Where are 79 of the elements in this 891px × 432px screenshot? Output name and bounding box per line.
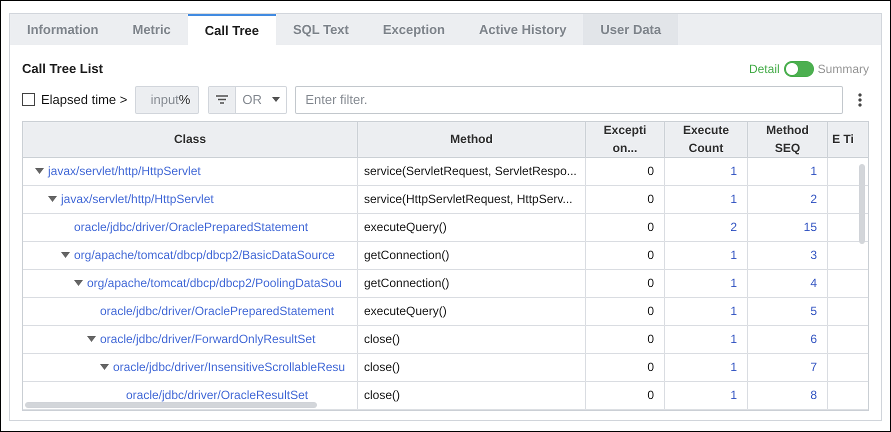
- method-cell: close(): [358, 326, 586, 352]
- horizontal-scrollbar[interactable]: [25, 402, 317, 408]
- exception-cell: 0: [586, 186, 665, 212]
- column-header[interactable]: Class: [23, 122, 358, 156]
- toggle-label[interactable]: Detail: [748, 60, 780, 78]
- method-seq-cell: 1: [748, 158, 828, 184]
- method-seq-cell: 15: [748, 214, 828, 240]
- panel-title: Call Tree List: [22, 60, 103, 78]
- method-seq-cell: 7: [748, 354, 828, 380]
- method-cell: executeQuery(): [358, 214, 586, 240]
- filter-icon[interactable]: [209, 86, 236, 112]
- class-link[interactable]: javax/servlet/http/HttpServlet: [48, 162, 201, 180]
- method-cell: getConnection(): [358, 242, 586, 268]
- caret-icon[interactable]: [48, 195, 58, 203]
- toggle-label[interactable]: Summary: [818, 60, 869, 78]
- execute-count-cell: 1: [665, 186, 748, 212]
- exception-cell: 0: [586, 382, 665, 408]
- method-cell: service(HttpServletRequest, HttpServ...: [358, 186, 586, 212]
- execute-count-cell: 1: [665, 270, 748, 296]
- exception-cell: 0: [586, 270, 665, 296]
- column-header[interactable]: E Ti: [828, 122, 858, 156]
- filter-field[interactable]: Enter filter.: [305, 90, 833, 110]
- method-seq-cell: 3: [748, 242, 828, 268]
- caret-icon[interactable]: [100, 363, 110, 371]
- class-link[interactable]: oracle/jdbc/driver/OraclePreparedStatement: [100, 302, 334, 320]
- column-header[interactable]: Method: [358, 122, 586, 156]
- percent-input-field[interactable]: input: [146, 90, 179, 110]
- method-seq-cell: 2: [748, 186, 828, 212]
- exception-cell: 0: [586, 214, 665, 240]
- caret-icon[interactable]: [35, 167, 45, 175]
- vertical-scrollbar[interactable]: [859, 164, 865, 244]
- class-link[interactable]: oracle/jdbc/driver/ForwardOnlyResultSet: [100, 330, 316, 348]
- execute-count-cell: 1: [665, 158, 748, 184]
- column-header[interactable]: Method SEQ: [748, 122, 828, 156]
- caret-icon[interactable]: [87, 335, 97, 343]
- column-header[interactable]: Excepti on...: [586, 122, 665, 156]
- percent-input[interactable]: input%: [135, 86, 200, 114]
- tab[interactable]: User Data: [583, 14, 678, 45]
- method-cell: executeQuery(): [358, 298, 586, 324]
- method-seq-cell: 6: [748, 326, 828, 352]
- tab[interactable]: Metric: [116, 14, 188, 45]
- method-seq-cell: 4: [748, 270, 828, 296]
- checkbox[interactable]: [22, 93, 35, 106]
- view-switch[interactable]: [784, 60, 814, 77]
- exception-cell: 0: [586, 242, 665, 268]
- exception-cell: 0: [586, 354, 665, 380]
- method-cell: close(): [358, 354, 586, 380]
- tab[interactable]: Information: [10, 14, 116, 45]
- percent-unit: %: [178, 90, 190, 109]
- execute-count-cell: 1: [665, 326, 748, 352]
- method-seq-cell: 5: [748, 298, 828, 324]
- caret-icon[interactable]: [61, 251, 71, 259]
- tab[interactable]: Active History: [462, 14, 584, 45]
- column-header[interactable]: Execute Count: [665, 122, 748, 156]
- class-link[interactable]: oracle/jdbc/driver/OraclePreparedStatement: [74, 218, 308, 236]
- execute-count-cell: 1: [665, 354, 748, 380]
- class-link[interactable]: javax/servlet/http/HttpServlet: [61, 190, 214, 208]
- exception-cell: 0: [586, 158, 665, 184]
- class-link[interactable]: oracle/jdbc/driver/InsensitiveScrollableResu: [113, 358, 346, 376]
- caret-icon[interactable]: [74, 279, 84, 287]
- execute-count-cell: 2: [665, 214, 748, 240]
- checkbox-label: Elapsed time >: [41, 90, 128, 109]
- class-link[interactable]: oracle/jdbc/driver/OracleResultSet: [126, 386, 308, 404]
- filter-box[interactable]: Enter filter.: [295, 86, 843, 114]
- execute-count-cell: 1: [665, 242, 748, 268]
- execute-count-cell: 1: [665, 382, 748, 408]
- exception-cell: 0: [586, 326, 665, 352]
- method-seq-cell: 8: [748, 382, 828, 408]
- class-link[interactable]: org/apache/tomcat/dbcp/dbcp2/PoolingDataSou: [87, 274, 342, 292]
- method-cell: getConnection(): [358, 270, 586, 296]
- caret-icon: [272, 97, 280, 102]
- execute-count-cell: 1: [665, 298, 748, 324]
- tab[interactable]: Call Tree: [188, 14, 276, 45]
- method-cell: close(): [358, 382, 586, 408]
- method-cell: service(ServletRequest, ServletRespo...: [358, 158, 586, 184]
- exception-cell: 0: [586, 298, 665, 324]
- tab[interactable]: SQL Text: [276, 14, 366, 45]
- tab[interactable]: Exception: [366, 14, 462, 45]
- class-link[interactable]: org/apache/tomcat/dbcp/dbcp2/BasicDataSource: [74, 246, 335, 264]
